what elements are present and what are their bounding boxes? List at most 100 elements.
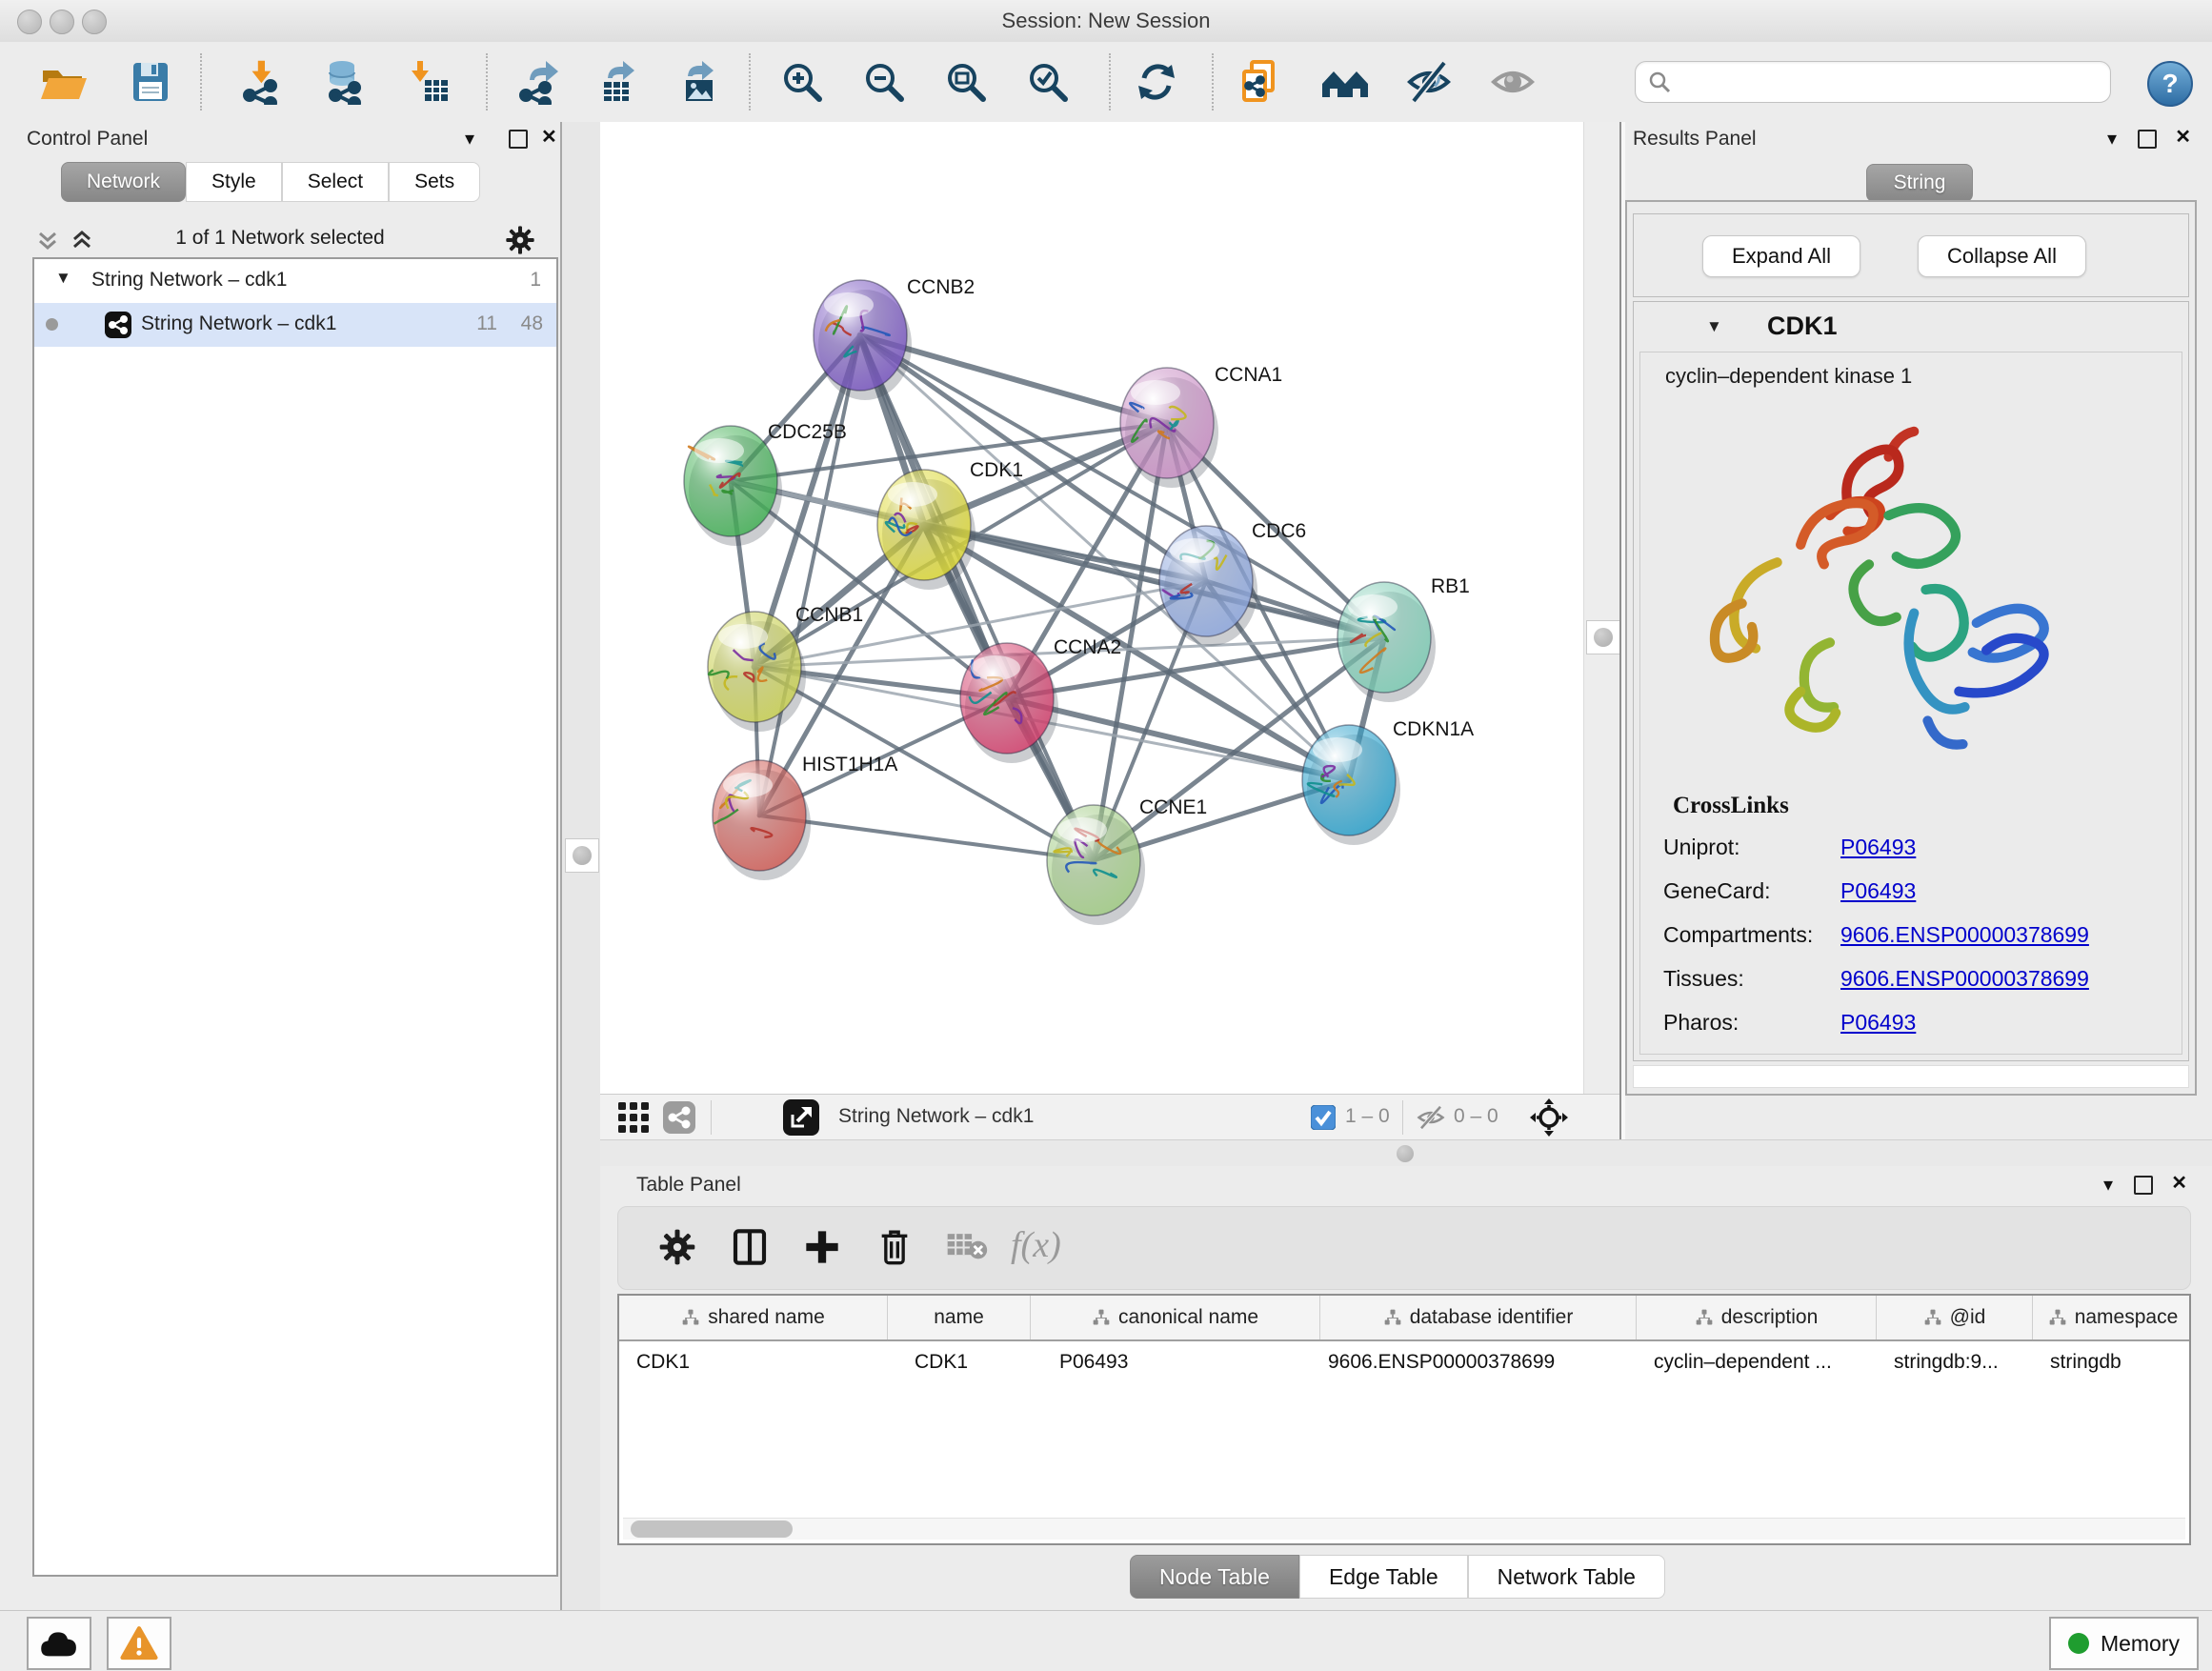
column-header-description[interactable]: description bbox=[1637, 1296, 1877, 1339]
collapse-panel-button[interactable]: ▾ bbox=[2107, 130, 2117, 149]
crosslink-link[interactable]: 9606.ENSP00000378699 bbox=[1840, 966, 2089, 992]
collapse-panel-button[interactable]: ▾ bbox=[465, 130, 474, 149]
tab-network-table[interactable]: Network Table bbox=[1468, 1555, 1665, 1599]
cell-shared-name[interactable]: CDK1 bbox=[619, 1341, 888, 1383]
node-label-CDK1: CDK1 bbox=[970, 459, 1023, 481]
import-table-file-button[interactable] bbox=[400, 55, 453, 109]
column-header-namespace[interactable]: namespace bbox=[2033, 1296, 2193, 1339]
memory-button[interactable]: Memory bbox=[2049, 1617, 2199, 1670]
cell-id[interactable]: stringdb:9... bbox=[1877, 1341, 2033, 1383]
birds-eye-icon[interactable] bbox=[1530, 1098, 1568, 1141]
close-panel-button[interactable]: ✕ bbox=[541, 128, 557, 147]
tab-node-table[interactable]: Node Table bbox=[1130, 1555, 1299, 1599]
horizontal-splitter-handle[interactable] bbox=[1397, 1145, 1414, 1162]
crosslink-link[interactable]: P06493 bbox=[1840, 1010, 1916, 1036]
export-network-button[interactable] bbox=[513, 55, 566, 109]
hidden-eye-icon[interactable] bbox=[1416, 1103, 1446, 1137]
results-scroll-strip[interactable] bbox=[1633, 1065, 2189, 1088]
expander-icon[interactable]: ▼ bbox=[1706, 317, 1722, 336]
column-header-database-identifier[interactable]: database identifier bbox=[1320, 1296, 1637, 1339]
edge-CCNB2-HIST1H1A[interactable] bbox=[759, 335, 860, 815]
import-network-file-button[interactable] bbox=[236, 55, 290, 109]
horizontal-splitter[interactable] bbox=[600, 1139, 2212, 1168]
collapse-panel-button[interactable]: ▾ bbox=[2103, 1176, 2113, 1195]
network-tree: ▼ String Network – cdk1 1 String Network… bbox=[32, 257, 558, 1577]
delete-table-icon[interactable] bbox=[946, 1228, 988, 1267]
network-scroll-strip[interactable] bbox=[1583, 122, 1620, 1094]
cloud-status-button[interactable] bbox=[27, 1617, 91, 1670]
gear-icon[interactable] bbox=[505, 225, 535, 260]
cell-database-identifier[interactable]: 9606.ENSP00000378699 bbox=[1320, 1341, 1637, 1383]
network-collection-row[interactable]: ▼ String Network – cdk1 1 bbox=[34, 259, 556, 303]
tab-style[interactable]: Style bbox=[186, 162, 282, 202]
expander-icon[interactable]: ▼ bbox=[55, 269, 71, 288]
network-canvas[interactable]: CCNB2CCNA1CDC25BCDK1CDC6RB1CCNB1CCNA2CDK… bbox=[600, 122, 1583, 1094]
toolbar-divider bbox=[1212, 53, 1214, 111]
crosslink-link[interactable]: P06493 bbox=[1840, 835, 1916, 860]
node-label-CDC6: CDC6 bbox=[1252, 520, 1306, 542]
scrollbar-thumb[interactable] bbox=[631, 1520, 793, 1538]
export-table-button[interactable] bbox=[593, 55, 646, 109]
float-panel-button[interactable] bbox=[509, 130, 528, 149]
edge-CCNB2-CCNE1[interactable] bbox=[860, 335, 1094, 860]
crosslink-link[interactable]: P06493 bbox=[1840, 878, 1916, 904]
expand-all-button[interactable]: Expand All bbox=[1702, 235, 1860, 277]
tab-sets[interactable]: Sets bbox=[389, 162, 480, 202]
crosslink-link[interactable]: 9606.ENSP00000378699 bbox=[1840, 922, 2089, 948]
tab-network[interactable]: Network bbox=[61, 162, 186, 202]
cell-name[interactable]: CDK1 bbox=[888, 1341, 1031, 1383]
import-network-database-button[interactable] bbox=[318, 55, 372, 109]
collapse-all-button[interactable]: Collapse All bbox=[1918, 235, 2086, 277]
search-input[interactable] bbox=[1679, 64, 2110, 100]
column-header-canonical-name[interactable]: canonical name bbox=[1031, 1296, 1320, 1339]
gear-icon[interactable] bbox=[658, 1228, 696, 1271]
delete-column-icon[interactable] bbox=[875, 1228, 914, 1271]
open-in-window-icon[interactable] bbox=[783, 1099, 819, 1140]
float-panel-button[interactable] bbox=[2134, 1176, 2153, 1195]
export-image-button[interactable] bbox=[673, 55, 726, 109]
right-splitter-handle[interactable] bbox=[1586, 620, 1620, 654]
close-panel-button[interactable]: ✕ bbox=[2171, 1174, 2187, 1193]
column-label: shared name bbox=[708, 1306, 825, 1329]
help-button[interactable]: ? bbox=[2147, 61, 2193, 107]
zoom-selected-button[interactable] bbox=[1021, 55, 1075, 109]
show-columns-icon[interactable] bbox=[731, 1228, 769, 1271]
add-column-icon[interactable] bbox=[803, 1228, 841, 1271]
left-splitter-handle[interactable] bbox=[565, 838, 599, 873]
open-session-button[interactable] bbox=[36, 55, 90, 109]
network-row-selected[interactable]: String Network – cdk1 11 48 bbox=[34, 303, 556, 347]
cell-description[interactable]: cyclin–dependent ... bbox=[1637, 1341, 1877, 1383]
column-header-id[interactable]: @id bbox=[1877, 1296, 2033, 1339]
warning-status-button[interactable] bbox=[107, 1617, 171, 1670]
zoom-out-button[interactable] bbox=[857, 55, 911, 109]
show-selected-button[interactable] bbox=[1486, 55, 1539, 109]
home-views-button[interactable] bbox=[1318, 55, 1372, 109]
copy-document-button[interactable] bbox=[1233, 55, 1286, 109]
node-label-CCNB1: CCNB1 bbox=[795, 604, 863, 626]
tab-string[interactable]: String bbox=[1866, 164, 1973, 202]
tab-select[interactable]: Select bbox=[282, 162, 389, 202]
selected-checkbox-icon[interactable] bbox=[1311, 1105, 1336, 1135]
hide-selected-button[interactable] bbox=[1402, 55, 1456, 109]
grid-view-icon[interactable] bbox=[617, 1101, 650, 1138]
crosslink-row: Uniprot: P06493 bbox=[1663, 835, 2159, 878]
cell-canonical-name[interactable]: P06493 bbox=[1031, 1341, 1320, 1383]
column-header-name[interactable]: name bbox=[888, 1296, 1031, 1339]
close-panel-button[interactable]: ✕ bbox=[2175, 128, 2191, 147]
function-builder-icon[interactable]: f(x) bbox=[1011, 1224, 1061, 1266]
column-header-shared-name[interactable]: shared name bbox=[619, 1296, 888, 1339]
crosslink-row: Tissues: 9606.ENSP00000378699 bbox=[1663, 966, 2159, 1010]
tab-edge-table[interactable]: Edge Table bbox=[1299, 1555, 1468, 1599]
zoom-fit-button[interactable] bbox=[939, 55, 993, 109]
save-session-button[interactable] bbox=[124, 55, 177, 109]
left-splitter[interactable] bbox=[562, 122, 600, 1610]
cell-namespace[interactable]: stringdb bbox=[2033, 1341, 2193, 1383]
search-field[interactable] bbox=[1635, 61, 2111, 103]
table-row[interactable]: CDK1 CDK1 P06493 9606.ENSP00000378699 cy… bbox=[619, 1341, 2189, 1383]
network-overview-icon[interactable] bbox=[663, 1101, 695, 1138]
float-panel-button[interactable] bbox=[2138, 130, 2157, 149]
zoom-in-button[interactable] bbox=[775, 55, 829, 109]
table-horizontal-scrollbar[interactable] bbox=[623, 1518, 2185, 1540]
protein-panel-header[interactable]: ▼ CDK1 bbox=[1634, 302, 2188, 352]
refresh-button[interactable] bbox=[1130, 55, 1183, 109]
